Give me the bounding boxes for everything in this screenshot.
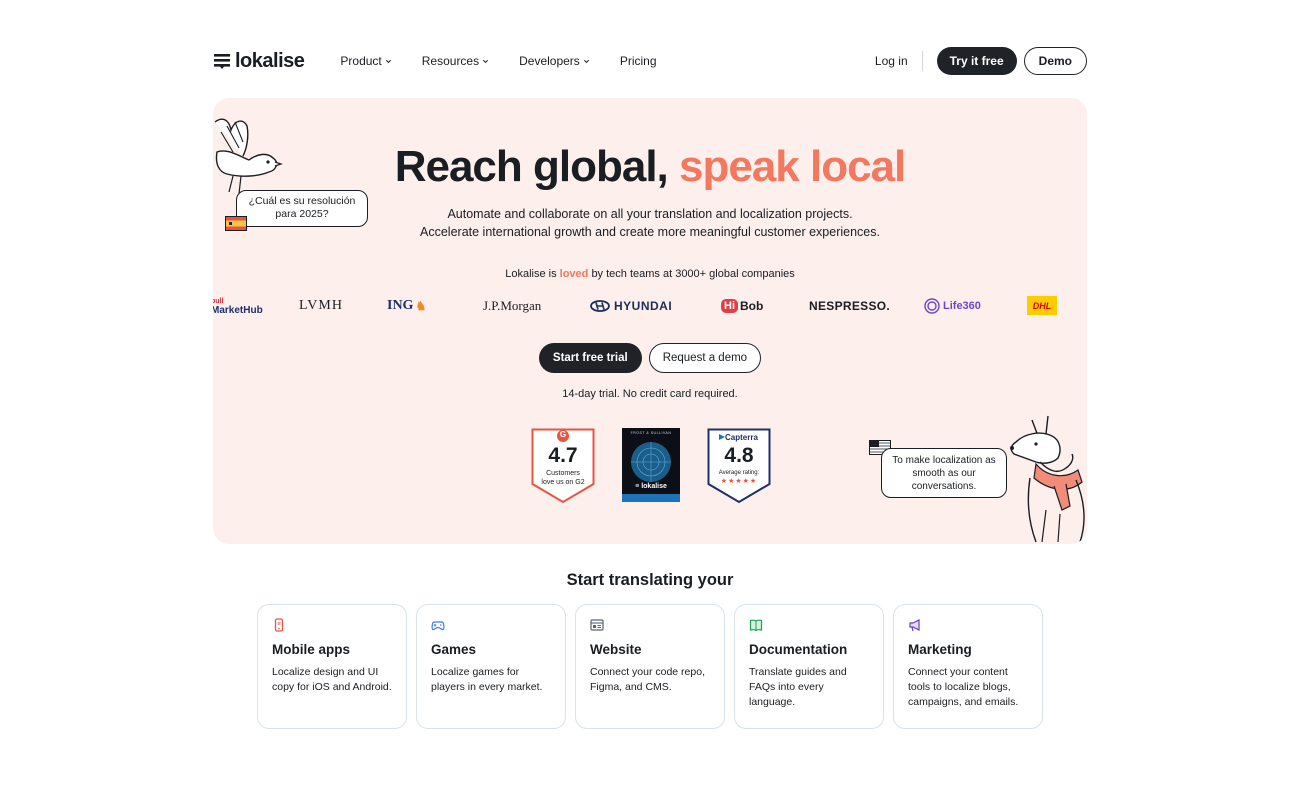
request-demo-button[interactable]: Request a demo: [648, 343, 762, 373]
card-description: Translate guides and FAQs into every lan…: [749, 666, 847, 708]
card-title: Documentation: [749, 642, 848, 657]
card-games[interactable]: Games Localize games for players in ever…: [416, 604, 566, 729]
hero-title-main: Reach global,: [394, 142, 669, 191]
hero-section: ¿Cuál es su resolución para 2025? Reach …: [213, 98, 1087, 544]
logo-markethub: bull MarketHub: [213, 294, 263, 318]
card-mobile-apps[interactable]: Mobile apps Localize design and UI copy …: [257, 604, 407, 729]
hero-subtitle-line: Accelerate international growth and crea…: [420, 225, 880, 239]
chevron-down-icon: [483, 59, 489, 63]
chevron-down-icon: [385, 59, 391, 63]
card-description: Localize design and UI copy for iOS and …: [272, 666, 392, 693]
hero-cta-group: Start free trial Request a demo: [213, 343, 1087, 373]
hero-title-accent: speak local: [679, 142, 906, 191]
login-link[interactable]: Log in: [875, 54, 908, 68]
logo-text: ING: [387, 298, 414, 313]
use-case-cards: Mobile apps Localize design and UI copy …: [257, 604, 1043, 729]
nav-developers[interactable]: Developers: [519, 54, 590, 68]
g2-rating: 4.7: [548, 444, 578, 467]
frost-sullivan-badge[interactable]: FROST & SULLIVAN ≡ lokalise: [622, 428, 680, 502]
nav-label: Pricing: [619, 54, 657, 68]
nav-resources[interactable]: Resources: [422, 54, 489, 68]
frost-brand-text: lokalise: [641, 483, 667, 490]
social-proof-line: Lokalise is loved by tech teams at 3000+…: [213, 268, 1087, 280]
card-description: Localize games for players in every mark…: [431, 666, 543, 693]
menu-icon: ≡: [635, 483, 640, 490]
card-website[interactable]: Website Connect your code repo, Figma, a…: [575, 604, 725, 729]
start-free-trial-button[interactable]: Start free trial: [538, 343, 642, 373]
nav-product[interactable]: Product: [340, 54, 391, 68]
nav-label: Product: [340, 54, 382, 68]
gamepad-icon: [431, 621, 445, 631]
card-title: Website: [590, 642, 642, 657]
card-description: Connect your content tools to localize b…: [908, 666, 1019, 708]
capterra-stars: ★★★★★: [720, 478, 758, 485]
capterra-caption: Average rating:: [718, 470, 760, 476]
card-documentation[interactable]: Documentation Translate guides and FAQs …: [734, 604, 884, 729]
frost-brand: ≡ lokalise: [622, 483, 680, 490]
capterra-badge[interactable]: Capterra 4.8 Average rating: ★★★★★: [707, 428, 771, 504]
browser-icon: [590, 619, 604, 631]
nav-pricing[interactable]: Pricing: [620, 54, 657, 68]
logo-dhl: DHL: [1027, 296, 1057, 315]
main-nav: Product Resources Developers Pricing: [340, 54, 656, 68]
trial-note: 14-day trial. No credit card required.: [562, 388, 738, 400]
lokalise-logo[interactable]: lokalise: [213, 49, 305, 73]
frost-top-text: FROST & SULLIVAN: [630, 431, 672, 435]
loved-suffix: by tech teams at 3000+ global companies: [591, 268, 795, 280]
logo-lvmh: LVMH: [299, 298, 343, 313]
logo-ing: ING ♞: [387, 294, 426, 318]
lion-icon: ♞: [415, 298, 427, 313]
logo-text: Life360: [943, 300, 981, 312]
dog-illustration-icon: [1010, 415, 1085, 543]
hyundai-mark-icon: [590, 300, 610, 312]
chevron-down-icon: [583, 59, 589, 63]
radar-chart-icon: [631, 442, 671, 482]
nav-label: Developers: [519, 54, 580, 68]
capterra-brand: Capterra: [725, 433, 758, 442]
book-icon: [749, 619, 763, 632]
speech-bubble-english: To make localization as smooth as our co…: [881, 448, 1007, 498]
mobile-icon: [274, 618, 284, 632]
hero-subtitle: Automate and collaborate on all your tra…: [213, 205, 1087, 241]
lokalise-logo-icon: [214, 54, 230, 69]
logo-text: lokalise: [235, 49, 305, 72]
logo-text: HYUNDAI: [614, 299, 673, 313]
demo-button[interactable]: Demo: [1023, 47, 1087, 75]
capterra-rating: 4.8: [724, 444, 754, 467]
loved-prefix: Lokalise is: [505, 268, 557, 280]
section-title: Start translating your: [566, 571, 734, 589]
logo-text: Hi: [721, 299, 738, 313]
divider: [921, 51, 923, 71]
card-description: Connect your code repo, Figma, and CMS.: [590, 666, 705, 693]
customer-logos: bull MarketHub LVMH ING ♞ J.P.Morgan HYU…: [213, 294, 1087, 318]
logo-text: Bob: [740, 299, 764, 313]
card-title: Marketing: [908, 642, 972, 657]
frost-strip: [622, 494, 680, 502]
card-title: Games: [431, 642, 477, 657]
hero-subtitle-line: Automate and collaborate on all your tra…: [447, 207, 853, 221]
logo-hyundai: HYUNDAI: [590, 294, 672, 318]
g2-caption: Customers love us on G2: [541, 470, 585, 486]
logo-text: MarketHub: [213, 305, 263, 316]
logo-hibob: Hi Bob: [721, 294, 763, 318]
hero-title: Reach global, speak local: [213, 142, 1087, 192]
megaphone-icon: [909, 619, 920, 632]
card-marketing[interactable]: Marketing Connect your content tools to …: [893, 604, 1043, 729]
logo-nespresso: NESPRESSO.: [809, 299, 891, 313]
try-free-button[interactable]: Try it free: [936, 47, 1017, 75]
life360-mark-icon: [924, 298, 940, 314]
rating-badges: G 4.7 Customers love us on G2 FROST & SU…: [531, 428, 771, 506]
loved-word: loved: [559, 268, 589, 280]
site-header: lokalise Product Resources Developers Pr…: [213, 46, 1087, 76]
g2-badge[interactable]: G 4.7 Customers love us on G2: [531, 428, 595, 504]
header-actions: Log in Try it free Demo: [875, 47, 1087, 75]
nav-label: Resources: [421, 54, 480, 68]
card-title: Mobile apps: [272, 642, 351, 657]
logo-jpmorgan: J.P.Morgan: [483, 298, 542, 313]
logo-life360: Life360: [924, 294, 981, 318]
g2-letter: G: [559, 430, 567, 439]
